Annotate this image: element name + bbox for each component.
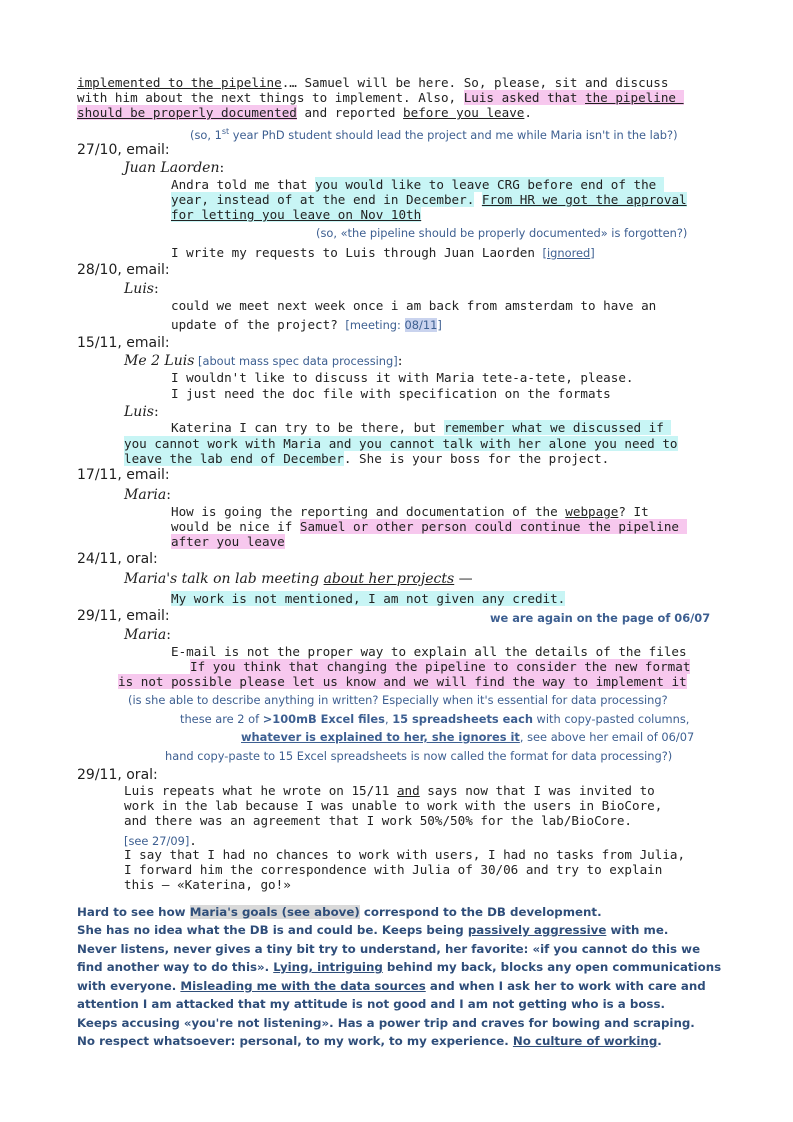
summary-line: with everyone. Misleading me with the da… [77, 979, 706, 993]
entry-heading: 24/11, oral: [77, 551, 158, 567]
text-line: work in the lab because I was unable to … [124, 798, 663, 813]
summary-line: Never listens, never gives a tiny bit tr… [77, 942, 701, 956]
side-note: (is she able to describe anything in wri… [128, 693, 668, 707]
text-line: year, instead of at the end in December.… [171, 192, 687, 207]
side-note: whatever is explained to her, she ignore… [241, 730, 695, 744]
text-line: leave the lab end of December. She is yo… [124, 451, 610, 466]
text-line: would be nice if Samuel or other person … [171, 519, 687, 534]
text-line: If you think that changing the pipeline … [190, 659, 691, 674]
text-line: could we meet next week once i am back f… [171, 298, 657, 313]
text-line: update of the project? [meeting: 08/11] [171, 317, 442, 332]
text-line: for letting you leave on Nov 10th [171, 207, 422, 222]
text-line: Andra told me that you would like to lea… [171, 177, 664, 192]
text-line: Luis repeats what he wrote on 15/11 and … [124, 783, 655, 798]
text-line: should be properly documented and report… [77, 105, 532, 120]
speaker-name: Me 2 Luis [about mass spec data processi… [124, 353, 403, 369]
text-line: I just need the doc file with specificat… [171, 386, 611, 401]
summary-line: No respect whatsoever: personal, to my w… [77, 1034, 662, 1048]
speaker-name: Maria: [124, 487, 171, 503]
text-line: E-mail is not the proper way to explain … [171, 644, 687, 659]
entry-heading: 29/11, email: [77, 608, 170, 624]
speaker-name: Luis: [124, 281, 159, 297]
side-note: (so, 1st year PhD student should lead th… [190, 127, 678, 142]
entry-heading: 29/11, oral: [77, 767, 158, 783]
text-line: How is going the reporting and documenta… [171, 504, 649, 519]
talk-line: Maria's talk on lab meeting about her pr… [124, 571, 473, 587]
speaker-name: Maria: [124, 627, 171, 643]
summary-line: find another way to do this». Lying, int… [77, 960, 722, 974]
text-line: I wouldn't like to discuss it with Maria… [171, 370, 634, 385]
text-line: I write my requests to Luis through Juan… [171, 245, 595, 260]
side-note: (so, «the pipeline should be properly do… [316, 226, 688, 240]
text-line: implemented to the pipeline.… Samuel wil… [77, 75, 669, 90]
entry-heading: 17/11, email: [77, 467, 170, 483]
text-line: after you leave [171, 534, 285, 549]
text-line: I forward him the correspondence with Ju… [124, 862, 663, 877]
text-line: you cannot work with Maria and you canno… [124, 436, 678, 451]
entry-heading: 28/10, email: [77, 262, 170, 278]
text-line: Katerina I can try to be there, but reme… [171, 420, 672, 435]
text-line: this — «Katerina, go!» [124, 877, 291, 892]
summary-line: Keeps accusing «you're not listening». H… [77, 1016, 695, 1030]
text-line: and there was an agreement that I work 5… [124, 813, 632, 828]
text-line: My work is not mentioned, I am not given… [171, 591, 566, 606]
speaker-name: Juan Laorden: [124, 160, 225, 176]
text-line: is not possible please let us know and w… [118, 674, 687, 689]
summary-line: Hard to see how Maria's goals (see above… [77, 905, 602, 919]
entry-heading: 27/10, email: [77, 142, 170, 158]
side-note: we are again on the page of 06/07 [490, 611, 711, 625]
speaker-name: Luis: [124, 404, 159, 420]
side-note: these are 2 of >100mB Excel files, 15 sp… [180, 712, 690, 726]
side-note: hand copy-paste to 15 Excel spreadsheets… [165, 749, 673, 763]
entry-heading: 15/11, email: [77, 335, 170, 351]
text-line: I say that I had no chances to work with… [124, 847, 686, 862]
text-line: with him about the next things to implem… [77, 90, 684, 105]
summary-line: attention I am attacked that my attitude… [77, 997, 665, 1011]
summary-line: She has no idea what the DB is and could… [77, 923, 669, 937]
document-page: { "p1": { "l1a": "implemented to the pip… [0, 0, 793, 1122]
